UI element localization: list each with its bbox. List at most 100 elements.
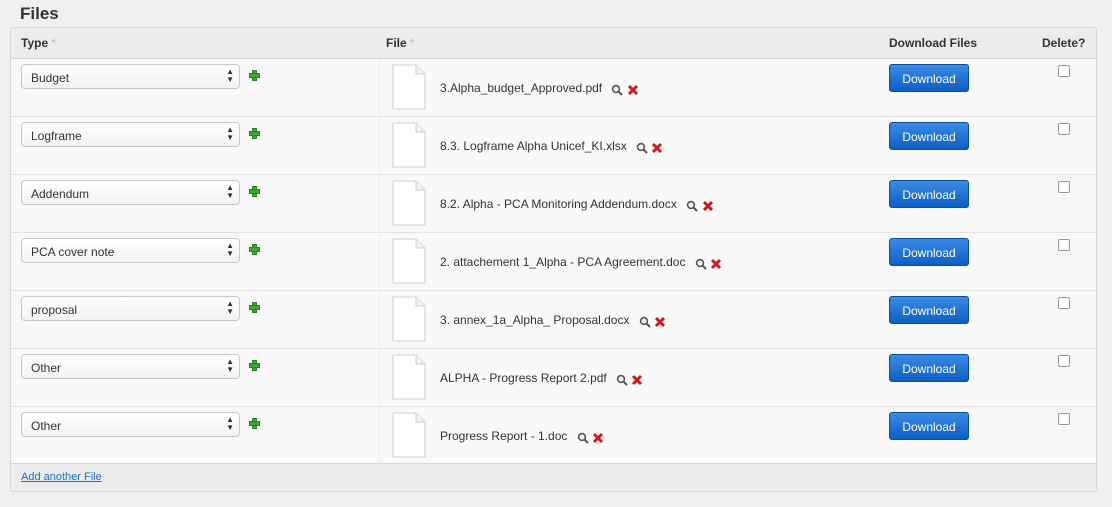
file-name-text[interactable]: ALPHA - Progress Report 2.pdf <box>440 371 607 385</box>
download-button[interactable]: Download <box>889 122 969 150</box>
type-select-value: Addendum <box>31 187 90 201</box>
plus-icon[interactable] <box>249 360 260 371</box>
type-select[interactable]: Other ▲ ▼ <box>21 354 240 379</box>
magnifier-icon[interactable] <box>686 200 698 212</box>
magnifier-icon[interactable] <box>577 432 589 444</box>
files-section-title: Files <box>20 4 59 23</box>
file-name-text[interactable]: 2. attachement 1_Alpha - PCA Agreement.d… <box>440 255 685 269</box>
delete-x-icon[interactable] <box>627 84 639 96</box>
download-button[interactable]: Download <box>889 412 969 440</box>
select-arrows-icon: ▲ ▼ <box>226 67 234 84</box>
type-select-value: Other <box>31 361 62 375</box>
column-divider <box>379 59 380 116</box>
file-name-text[interactable]: 8.2. Alpha - PCA Monitoring Addendum.doc… <box>440 197 677 211</box>
select-arrows-icon: ▲ ▼ <box>226 125 234 142</box>
select-arrows-icon: ▲ ▼ <box>226 299 234 316</box>
header-file: File * <box>386 36 414 50</box>
file-name: 8.3. Logframe Alpha Unicef_KI.xlsx <box>440 139 663 154</box>
type-select[interactable]: PCA cover note ▲ ▼ <box>21 238 240 263</box>
type-select[interactable]: Budget ▲ ▼ <box>21 64 240 89</box>
document-icon <box>392 122 426 168</box>
delete-checkbox[interactable] <box>1058 355 1070 367</box>
column-divider <box>379 407 380 464</box>
document-icon <box>392 238 426 284</box>
table-row: proposal ▲ ▼ 3. annex_1a_Alpha_ Proposal.… <box>11 291 1096 349</box>
file-name: 8.2. Alpha - PCA Monitoring Addendum.doc… <box>440 197 714 212</box>
select-arrows-icon: ▲ ▼ <box>226 357 234 374</box>
column-divider <box>379 291 380 348</box>
file-name: 3.Alpha_budget_Approved.pdf <box>440 81 639 96</box>
required-marker: * <box>409 36 415 50</box>
add-another-file-link[interactable]: Add another File <box>21 471 102 483</box>
type-select-value: Budget <box>31 71 70 85</box>
delete-x-icon[interactable] <box>592 432 604 444</box>
download-button[interactable]: Download <box>889 180 969 208</box>
magnifier-icon[interactable] <box>639 316 651 328</box>
plus-icon[interactable] <box>249 244 260 255</box>
delete-checkbox[interactable] <box>1058 181 1070 193</box>
table-row: Other ▲ ▼ ALPHA - Progress Report 2.pdf D… <box>11 349 1096 407</box>
file-name: 3. annex_1a_Alpha_ Proposal.docx <box>440 313 666 328</box>
document-icon <box>392 64 426 110</box>
file-name: ALPHA - Progress Report 2.pdf <box>440 371 643 386</box>
magnifier-icon[interactable] <box>695 258 707 270</box>
select-arrows-icon: ▲ ▼ <box>226 241 234 258</box>
header-type-label: Type <box>21 36 49 50</box>
header-download-files: Download Files <box>889 36 978 50</box>
delete-checkbox[interactable] <box>1058 239 1070 251</box>
type-select[interactable]: Other ▲ ▼ <box>21 412 240 437</box>
plus-icon[interactable] <box>249 70 260 81</box>
delete-x-icon[interactable] <box>710 258 722 270</box>
plus-icon[interactable] <box>249 186 260 197</box>
type-select-value: Logframe <box>31 129 82 143</box>
magnifier-icon[interactable] <box>611 84 624 96</box>
file-name-text[interactable]: Progress Report - 1.doc <box>440 429 567 443</box>
type-select-value: PCA cover note <box>31 245 115 259</box>
type-select-value: proposal <box>31 303 78 317</box>
table-footer: Add another File <box>11 463 1096 491</box>
plus-icon[interactable] <box>249 302 260 313</box>
delete-checkbox[interactable] <box>1058 65 1070 77</box>
table-header: Type * File * Download Files Delete? <box>11 28 1096 59</box>
delete-x-icon[interactable] <box>631 374 643 386</box>
file-name-text[interactable]: 3. annex_1a_Alpha_ Proposal.docx <box>440 313 629 327</box>
delete-checkbox[interactable] <box>1058 297 1070 309</box>
table-row: Addendum ▲ ▼ 8.2. Alpha - PCA Monitoring … <box>11 175 1096 233</box>
delete-x-icon[interactable] <box>702 200 714 212</box>
required-marker: * <box>51 36 56 50</box>
header-type: Type * <box>21 36 56 50</box>
column-divider <box>379 175 380 232</box>
delete-x-icon[interactable] <box>654 316 666 328</box>
files-table: Type * File * Download Files Delete? Budge… <box>10 27 1097 492</box>
select-arrows-icon: ▲ ▼ <box>226 415 234 432</box>
type-select[interactable]: Addendum ▲ ▼ <box>21 180 240 205</box>
file-name-text[interactable]: 8.3. Logframe Alpha Unicef_KI.xlsx <box>440 139 627 153</box>
delete-x-icon[interactable] <box>651 142 663 154</box>
column-divider <box>379 349 380 406</box>
plus-icon[interactable] <box>249 128 260 139</box>
plus-icon[interactable] <box>249 418 260 429</box>
table-row: Other ▲ ▼ Progress Report - 1.doc Downloa… <box>11 407 1096 465</box>
magnifier-icon[interactable] <box>616 374 628 386</box>
document-icon <box>392 354 426 400</box>
header-file-label: File <box>386 36 407 50</box>
table-row: PCA cover note ▲ ▼ 2. attachement 1_Alpha… <box>11 233 1096 291</box>
file-name-text[interactable]: 3.Alpha_budget_Approved.pdf <box>440 81 602 95</box>
column-divider <box>379 117 380 174</box>
download-button[interactable]: Download <box>889 354 969 382</box>
type-select[interactable]: proposal ▲ ▼ <box>21 296 240 321</box>
document-icon <box>392 296 426 342</box>
file-name: Progress Report - 1.doc <box>440 429 604 444</box>
delete-checkbox[interactable] <box>1058 413 1070 425</box>
type-select[interactable]: Logframe ▲ ▼ <box>21 122 240 147</box>
download-button[interactable]: Download <box>889 64 969 92</box>
type-select-value: Other <box>31 419 62 433</box>
magnifier-icon[interactable] <box>636 142 648 154</box>
download-button[interactable]: Download <box>889 296 969 324</box>
download-button[interactable]: Download <box>889 238 969 266</box>
table-row: Budget ▲ ▼ 3.Alpha_budget_Approved.pdf Do… <box>11 59 1096 117</box>
delete-checkbox[interactable] <box>1058 123 1070 135</box>
document-icon <box>392 412 426 458</box>
table-row: Logframe ▲ ▼ 8.3. Logframe Alpha Unicef_K… <box>11 117 1096 175</box>
select-arrows-icon: ▲ ▼ <box>226 183 234 200</box>
